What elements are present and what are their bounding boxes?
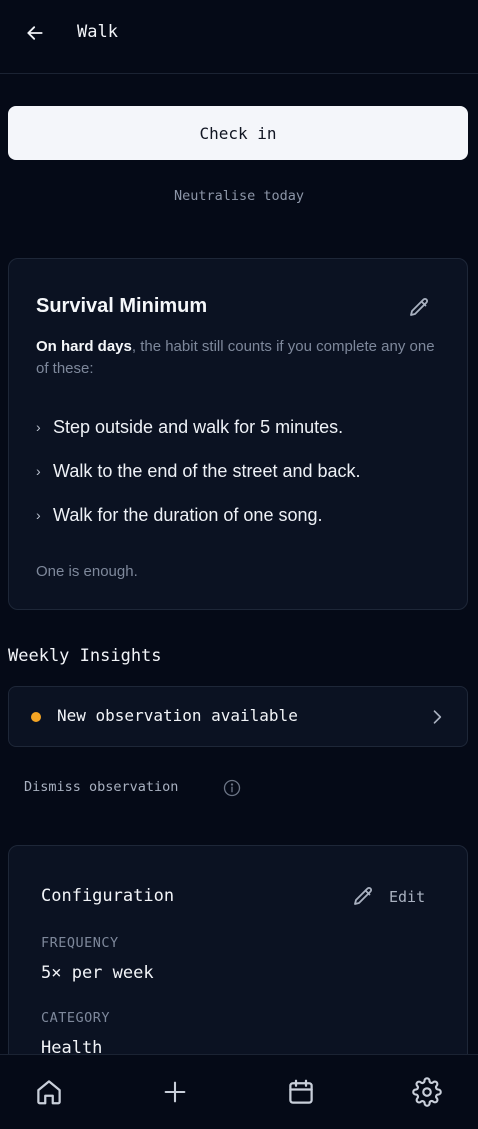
- nav-settings-button[interactable]: [411, 1076, 443, 1108]
- weekly-insights-heading: Weekly Insights: [8, 646, 162, 666]
- category-label: CATEGORY: [41, 1010, 111, 1026]
- survival-option-label: Step outside and walk for 5 minutes.: [53, 416, 344, 437]
- survival-option-label: Walk to the end of the street and back.: [53, 460, 361, 481]
- survival-edit-button[interactable]: [407, 296, 431, 320]
- survival-minimum-title: Survival Minimum: [36, 295, 208, 317]
- configuration-edit-button[interactable]: Edit: [351, 884, 425, 910]
- status-dot: [31, 712, 41, 722]
- home-icon: [34, 1077, 64, 1107]
- top-bar: Walk: [0, 0, 478, 74]
- chevron-right-icon: ›: [36, 463, 41, 479]
- new-observation-row[interactable]: New observation available: [8, 686, 468, 747]
- configuration-edit-label: Edit: [389, 888, 426, 906]
- nav-home-button[interactable]: [33, 1076, 65, 1108]
- pencil-icon: [407, 296, 431, 320]
- gear-icon: [412, 1077, 442, 1107]
- arrow-left-icon: [25, 23, 45, 43]
- chevron-right-icon: ›: [36, 419, 41, 435]
- nav-add-button[interactable]: [159, 1076, 191, 1108]
- info-icon[interactable]: [222, 778, 242, 798]
- observation-label: New observation available: [57, 706, 298, 725]
- plus-icon: [161, 1078, 189, 1106]
- survival-option-label: Walk for the duration of one song.: [53, 504, 323, 525]
- survival-description-strong: On hard days: [36, 338, 132, 355]
- survival-option: › Walk to the end of the street and back…: [36, 458, 361, 484]
- survival-footer: One is enough.: [36, 563, 138, 580]
- neutralise-today-link[interactable]: Neutralise today: [0, 188, 478, 204]
- chevron-right-icon: ›: [36, 507, 41, 523]
- survival-option: › Step outside and walk for 5 minutes.: [36, 414, 343, 440]
- survival-minimum-card: Survival Minimum On hard days, the habit…: [8, 258, 468, 610]
- check-in-button[interactable]: Check in: [8, 106, 468, 160]
- survival-option: › Walk for the duration of one song.: [36, 502, 323, 528]
- calendar-icon: [286, 1077, 316, 1107]
- frequency-label: FREQUENCY: [41, 935, 119, 951]
- dismiss-observation-button[interactable]: Dismiss observation: [24, 779, 178, 795]
- bottom-navigation: [0, 1054, 478, 1129]
- survival-description: On hard days, the habit still counts if …: [36, 336, 446, 380]
- page-title: Walk: [77, 22, 118, 42]
- pencil-icon: [351, 885, 375, 909]
- back-button[interactable]: [20, 20, 50, 46]
- frequency-value: 5× per week: [41, 963, 154, 983]
- nav-calendar-button[interactable]: [285, 1076, 317, 1108]
- configuration-title: Configuration: [41, 886, 175, 906]
- chevron-right-icon: [427, 707, 447, 727]
